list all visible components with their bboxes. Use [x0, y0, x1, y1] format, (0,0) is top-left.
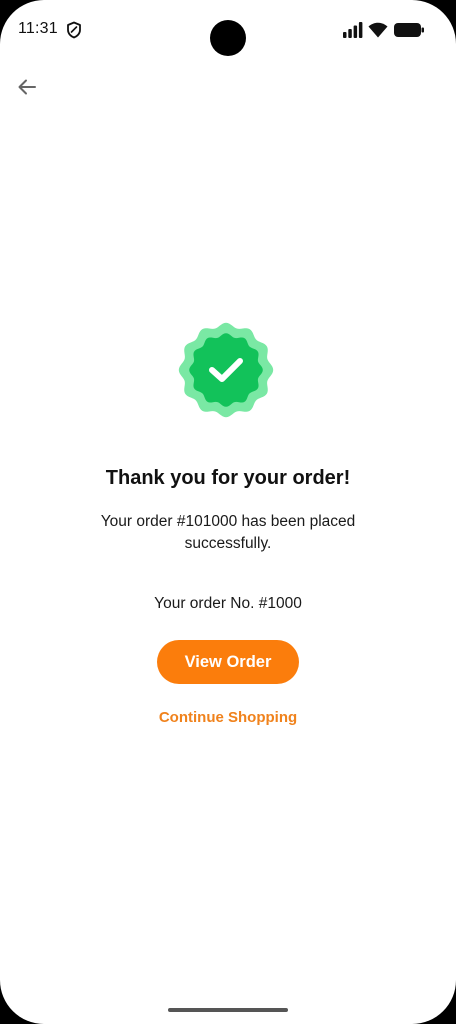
home-indicator[interactable]: [168, 1008, 288, 1012]
wifi-icon: [368, 22, 388, 38]
camera-cutout: [210, 20, 246, 56]
view-order-button[interactable]: View Order: [157, 640, 299, 684]
signal-icon: [343, 22, 363, 38]
continue-shopping-link[interactable]: Continue Shopping: [0, 709, 456, 726]
battery-icon: [394, 23, 424, 37]
order-number: Your order No. #1000: [154, 595, 302, 612]
app-screen: 11:31 Thank you for your order! Your ord…: [0, 0, 456, 1024]
page-title: Thank you for your order!: [105, 467, 351, 489]
status-bar: 11:31: [0, 0, 456, 60]
status-time: 11:31: [18, 20, 58, 37]
back-button[interactable]: [12, 72, 42, 102]
confirmation-message: Your order #101000 has been placed succe…: [100, 513, 356, 552]
shield-icon: [67, 21, 81, 39]
check-badge-icon: [178, 322, 274, 418]
arrow-left-icon: [18, 79, 36, 95]
